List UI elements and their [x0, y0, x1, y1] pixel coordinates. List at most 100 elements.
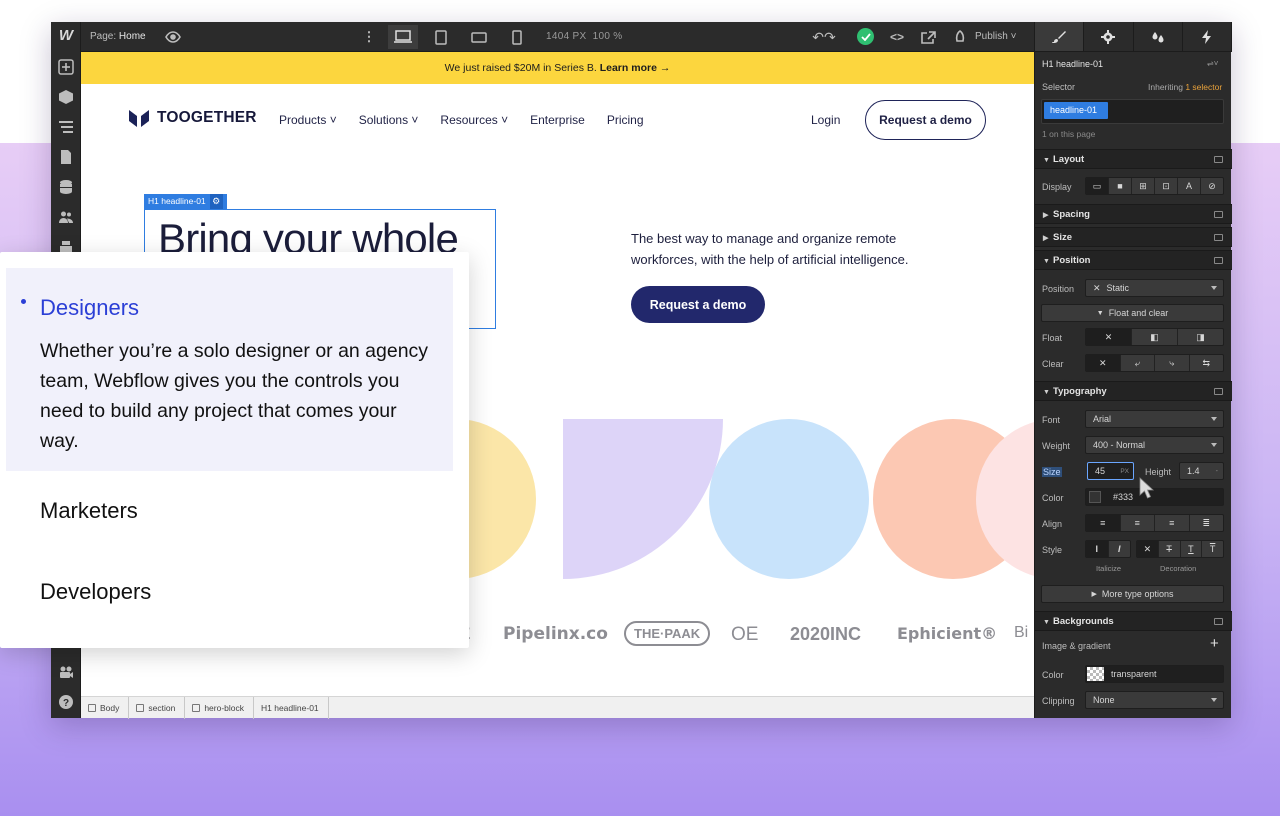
mobile-portrait-breakpoint-icon[interactable]	[502, 25, 532, 49]
code-export-icon[interactable]: <>	[887, 28, 907, 46]
align-center-icon[interactable]: ≡	[1120, 515, 1155, 531]
underline-icon[interactable]: T	[1180, 541, 1203, 557]
breadcrumb-section[interactable]: section	[129, 696, 186, 719]
add-panel-icon[interactable]	[57, 58, 75, 76]
tab-settings-gear-icon[interactable]	[1084, 22, 1134, 51]
selected-element-tag[interactable]: H1 headline-01 ⚙	[144, 194, 227, 209]
pages-icon[interactable]	[57, 148, 75, 166]
float-none-icon[interactable]: ✕	[1086, 329, 1132, 345]
breadcrumb-hero-block[interactable]: hero-block	[185, 696, 254, 719]
bg-color-label: Color	[1042, 670, 1064, 680]
page-selector[interactable]: Page: Home	[90, 31, 146, 42]
clear-toggle-group: ✕ ⤶ ⤷ ⇆	[1085, 354, 1224, 372]
nav-products[interactable]: Products ˅	[279, 113, 337, 127]
nav-solutions[interactable]: Solutions ˅	[359, 113, 419, 127]
section-position[interactable]: ▼ Position	[1035, 250, 1232, 270]
nav-resources[interactable]: Resources ˅	[440, 113, 508, 127]
display-inline-icon[interactable]: A	[1178, 178, 1201, 194]
section-size[interactable]: ▶ Size	[1035, 227, 1232, 247]
color-label: Color	[1042, 493, 1064, 503]
section-backgrounds[interactable]: ▼ Backgrounds	[1035, 611, 1232, 631]
publish-rocket-icon[interactable]	[953, 28, 967, 46]
image-gradient-label: Image & gradient	[1042, 641, 1111, 651]
style-italic-icon[interactable]: I	[1108, 541, 1130, 557]
login-link[interactable]: Login	[811, 113, 840, 127]
display-block-icon[interactable]: ▭	[1086, 178, 1109, 194]
float-and-clear-toggle[interactable]: ▼ Float and clear	[1041, 304, 1224, 322]
static-x-icon: ✕	[1093, 282, 1101, 293]
section-spacing[interactable]: ▶ Spacing	[1035, 204, 1232, 224]
bg-color-input[interactable]: transparent	[1085, 665, 1224, 683]
audience-item-developers[interactable]: Developers	[40, 579, 151, 605]
active-bullet-icon	[21, 299, 26, 304]
transparent-swatch[interactable]	[1087, 667, 1104, 681]
audience-item-designers[interactable]: Designers	[40, 295, 139, 321]
tab-lightning-icon[interactable]	[1183, 22, 1232, 51]
overline-icon[interactable]: T	[1202, 541, 1223, 557]
preview-eye-icon[interactable]	[164, 28, 182, 46]
share-icon[interactable]	[919, 28, 937, 46]
display-none-icon[interactable]: ⊘	[1201, 178, 1223, 194]
display-grid-icon[interactable]: ⊞	[1132, 178, 1155, 194]
float-left-icon[interactable]: ◧	[1132, 329, 1178, 345]
video-tutorials-icon[interactable]	[57, 663, 75, 681]
arrow-right-icon: →	[659, 62, 671, 74]
breadcrumb: Body section hero-block H1 headline-01	[81, 696, 1034, 719]
navigator-icon[interactable]	[57, 118, 75, 136]
components-cube-icon[interactable]	[57, 88, 75, 106]
font-select[interactable]: Arial	[1085, 410, 1224, 428]
float-right-icon[interactable]: ◨	[1178, 329, 1223, 345]
add-background-plus-icon[interactable]: +	[1210, 635, 1219, 652]
desktop-breakpoint-icon[interactable]	[388, 25, 418, 49]
weight-select[interactable]: 400 - Normal	[1085, 436, 1224, 454]
tablet-breakpoint-icon[interactable]	[426, 25, 456, 49]
style-regular-icon[interactable]: I	[1086, 541, 1109, 557]
more-dots-icon[interactable]: ⋮	[363, 28, 376, 46]
display-flex-icon[interactable]: ■	[1109, 178, 1132, 194]
breadcrumb-body[interactable]: Body	[81, 696, 130, 719]
color-swatch[interactable]	[1089, 491, 1101, 503]
position-select[interactable]: ✕ Static	[1085, 279, 1224, 297]
clear-right-icon[interactable]: ⤷	[1155, 355, 1190, 371]
site-logo[interactable]: TOOGETHER	[129, 109, 257, 127]
font-size-input[interactable]: 45 PX	[1087, 462, 1134, 480]
clear-left-icon[interactable]: ⤶	[1120, 355, 1155, 371]
clear-both-icon[interactable]: ⇆	[1189, 355, 1223, 371]
publish-button[interactable]: Publish ˅	[975, 31, 1016, 42]
users-icon[interactable]	[57, 208, 75, 226]
align-left-icon[interactable]: ≡	[1086, 515, 1121, 531]
logo-pipelinx: Pipelinx.co	[503, 624, 608, 644]
clear-none-icon[interactable]: ✕	[1086, 355, 1121, 371]
audience-item-marketers[interactable]: Marketers	[40, 498, 138, 524]
align-right-icon[interactable]: ≡	[1155, 515, 1190, 531]
strikethrough-icon[interactable]: T	[1158, 541, 1181, 557]
request-demo-filled-button[interactable]: Request a demo	[631, 286, 765, 323]
section-typography[interactable]: ▼ Typography	[1035, 381, 1232, 401]
undo-redo-icon[interactable]: ↶↷	[809, 28, 839, 46]
panel-element-menu-icon[interactable]: ⇌˅	[1207, 59, 1218, 68]
inheriting-info: Inheriting 1 selector	[1148, 82, 1223, 92]
tab-interactions-drops-icon[interactable]	[1134, 22, 1183, 51]
element-settings-gear-icon[interactable]: ⚙	[209, 194, 223, 209]
request-demo-outline-button[interactable]: Request a demo	[865, 100, 986, 140]
selector-chip[interactable]: headline-01	[1044, 102, 1108, 119]
decoration-none-icon[interactable]: ✕	[1137, 541, 1159, 557]
nav-pricing[interactable]: Pricing	[607, 113, 644, 127]
mobile-landscape-breakpoint-icon[interactable]	[464, 25, 494, 49]
align-justify-icon[interactable]: ≣	[1189, 515, 1223, 531]
more-type-options-toggle[interactable]: ▶ More type options	[1041, 585, 1224, 603]
webflow-logo-icon[interactable]: W	[56, 27, 76, 45]
breadcrumb-headline[interactable]: H1 headline-01	[254, 696, 329, 719]
cms-database-icon[interactable]	[57, 178, 75, 196]
on-page-count: 1 on this page	[1042, 129, 1096, 139]
learn-more-link[interactable]: Learn more	[600, 62, 657, 74]
display-inline-block-icon[interactable]: ⊡	[1155, 178, 1178, 194]
clipping-select[interactable]: None	[1085, 691, 1224, 709]
help-icon[interactable]: ?	[57, 693, 75, 711]
section-layout[interactable]: ▼ Layout	[1035, 149, 1232, 169]
font-label: Font	[1042, 415, 1061, 425]
tab-style-brush-icon[interactable]	[1035, 22, 1085, 51]
saved-check-icon	[857, 28, 874, 45]
line-height-input[interactable]: 1.4-	[1179, 462, 1224, 480]
nav-enterprise[interactable]: Enterprise	[530, 113, 585, 127]
